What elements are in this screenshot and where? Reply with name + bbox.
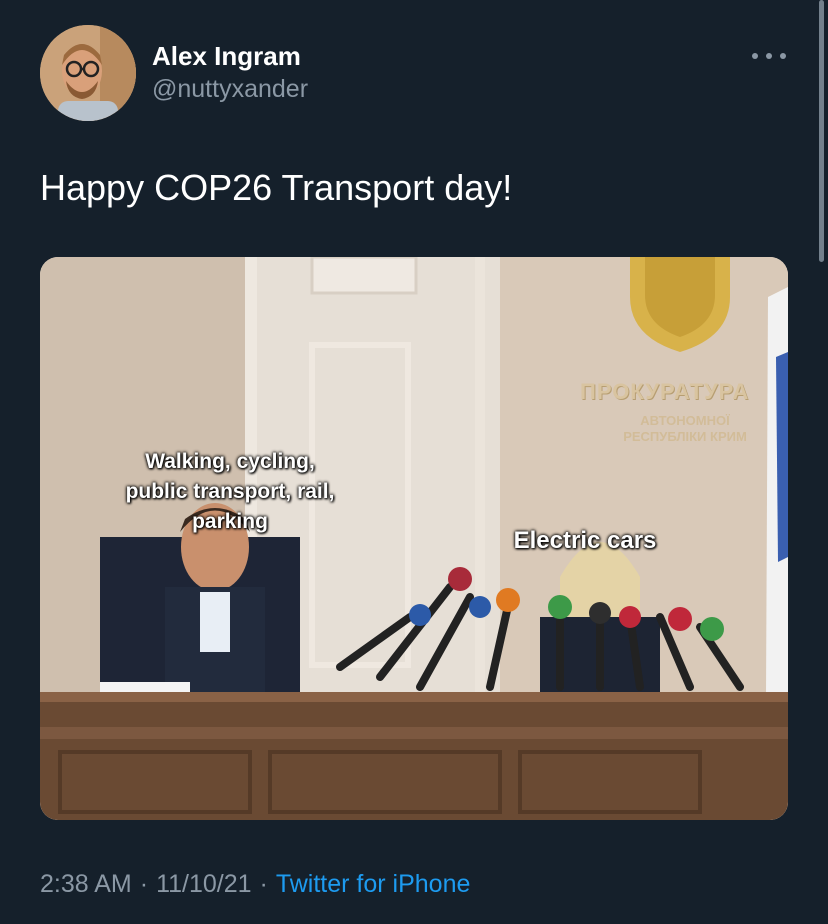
tweet-date[interactable]: 11/10/21: [156, 870, 251, 898]
tweet-image[interactable]: ПРОКУРАТУРА АВТОНОМНОЇ РЕСПУБЛІКИ КРИМ W…: [40, 257, 788, 820]
meme-caption-right: Electric cars: [513, 527, 657, 554]
tweet-meta: 2:38 AM · 11/10/21 · Twitter for iPhone: [40, 866, 470, 902]
meme-photo: [40, 257, 788, 820]
sign-title: ПРОКУРАТУРА: [580, 379, 750, 404]
tweet-text: Happy COP26 Transport day!: [40, 167, 513, 208]
meme-caption-left: Walking, cycling, public transport, rail…: [125, 450, 335, 533]
more-dot: [766, 53, 772, 59]
author-handle[interactable]: @nuttyxander: [152, 72, 308, 106]
author-display-name[interactable]: Alex Ingram: [152, 40, 308, 72]
more-horizontal-icon[interactable]: [752, 46, 786, 66]
tweet-source-link[interactable]: Twitter for iPhone: [276, 870, 471, 898]
avatar[interactable]: [40, 25, 136, 121]
more-dot: [752, 53, 758, 59]
meta-separator: ·: [139, 870, 149, 898]
meta-separator: ·: [259, 870, 268, 898]
sign-subtitle: АВТОНОМНОЇ РЕСПУБЛІКИ КРИМ: [623, 413, 747, 444]
tweet-author: Alex Ingram @nuttyxander: [152, 40, 308, 106]
more-dot: [780, 53, 786, 59]
scrollbar-thumb[interactable]: [819, 0, 824, 262]
tweet-time[interactable]: 2:38 AM: [40, 870, 132, 898]
